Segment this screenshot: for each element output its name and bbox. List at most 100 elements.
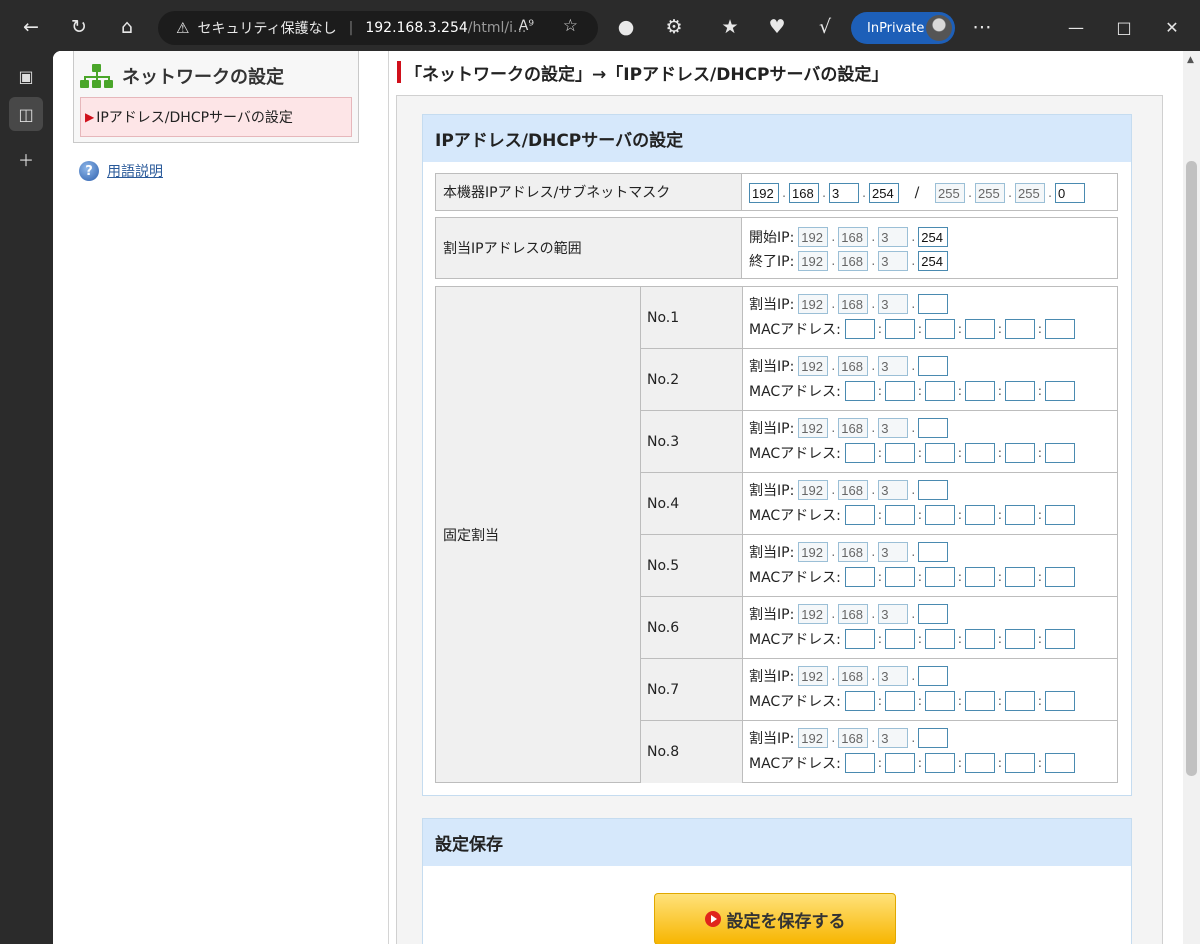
- inprivate-badge[interactable]: InPrivate: [851, 12, 955, 44]
- mac-byte-3[interactable]: [924, 691, 955, 711]
- mac-byte-1[interactable]: [844, 319, 875, 339]
- menu-title-text: ネットワークの設定: [122, 67, 284, 88]
- range-start-octet-1: [798, 227, 829, 247]
- home-icon[interactable]: ⌂: [110, 10, 144, 44]
- assigned-ip-octet-4[interactable]: [918, 666, 949, 686]
- assigned-ip-octet-2: [838, 666, 869, 686]
- assigned-ip-octet-4[interactable]: [918, 418, 949, 438]
- range-end-fields: 終了IP: . . .: [749, 249, 949, 273]
- mac-colon: :: [917, 694, 922, 708]
- mac-byte-1[interactable]: [844, 691, 875, 711]
- read-aloud-icon[interactable]: A⁹: [519, 18, 534, 34]
- mac-byte-2[interactable]: [884, 319, 915, 339]
- mac-byte-3[interactable]: [924, 753, 955, 773]
- mac-byte-4[interactable]: [964, 319, 995, 339]
- mac-byte-5[interactable]: [1004, 505, 1035, 525]
- assigned-ip-octet-4[interactable]: [918, 604, 949, 624]
- device-ip-octet-2[interactable]: [789, 183, 819, 203]
- device-ip-octet-3[interactable]: [829, 183, 859, 203]
- mac-byte-6[interactable]: [1044, 319, 1075, 339]
- mac-byte-3[interactable]: [924, 567, 955, 587]
- mac-byte-6[interactable]: [1044, 629, 1075, 649]
- range-start-octet-4[interactable]: [918, 227, 949, 247]
- mac-byte-2[interactable]: [884, 443, 915, 463]
- favorite-star-icon[interactable]: ☆: [563, 16, 578, 36]
- mac-byte-1[interactable]: [844, 381, 875, 401]
- range-end-octet-4[interactable]: [918, 251, 949, 271]
- menu-item-label: IPアドレス/DHCPサーバの設定: [96, 110, 293, 126]
- mac-byte-4[interactable]: [964, 691, 995, 711]
- mac-byte-5[interactable]: [1004, 567, 1035, 587]
- range-start-octet-2: [838, 227, 869, 247]
- mac-byte-4[interactable]: [964, 505, 995, 525]
- search-icon[interactable]: ●: [609, 10, 643, 44]
- mac-byte-1[interactable]: [844, 567, 875, 587]
- url-path: /html/i...: [467, 20, 527, 36]
- assigned-ip-octet-4[interactable]: [918, 542, 949, 562]
- scroll-up-icon[interactable]: ▲: [1187, 55, 1194, 65]
- assigned-ip-octet-4[interactable]: [918, 480, 949, 500]
- mac-byte-1[interactable]: [844, 753, 875, 773]
- mac-byte-4[interactable]: [964, 443, 995, 463]
- tab-actions-icon[interactable]: ▣: [9, 59, 43, 93]
- mac-byte-3[interactable]: [924, 443, 955, 463]
- device-ip-octet-4[interactable]: [869, 183, 899, 203]
- maximize-icon[interactable]: □: [1101, 10, 1147, 44]
- mac-byte-5[interactable]: [1004, 319, 1035, 339]
- mac-byte-5[interactable]: [1004, 443, 1035, 463]
- mac-colon: :: [957, 632, 962, 646]
- mac-address-label: MACアドレス:: [749, 694, 841, 710]
- mac-byte-2[interactable]: [884, 629, 915, 649]
- mac-byte-5[interactable]: [1004, 629, 1035, 649]
- mac-byte-1[interactable]: [844, 629, 875, 649]
- mac-byte-1[interactable]: [844, 443, 875, 463]
- mac-byte-6[interactable]: [1044, 691, 1075, 711]
- fixed-assignment-row: No.6 割当IP:...MACアドレス::::::: [641, 597, 1117, 659]
- mac-byte-6[interactable]: [1044, 381, 1075, 401]
- subnet-mask-octet-4[interactable]: [1055, 183, 1085, 203]
- mac-byte-2[interactable]: [884, 505, 915, 525]
- new-tab-icon[interactable]: ＋: [9, 142, 43, 176]
- device-ip-octet-1[interactable]: [749, 183, 779, 203]
- mac-byte-3[interactable]: [924, 629, 955, 649]
- glossary-link[interactable]: 用語説明: [107, 161, 163, 181]
- close-icon[interactable]: ✕: [1149, 10, 1195, 44]
- mac-byte-3[interactable]: [924, 381, 955, 401]
- page-tab-icon[interactable]: ◫: [9, 97, 43, 131]
- health-icon[interactable]: ♥: [760, 10, 794, 44]
- save-settings-button[interactable]: 設定を保存する: [654, 893, 896, 944]
- mac-byte-4[interactable]: [964, 381, 995, 401]
- favorites-icon[interactable]: ★: [713, 10, 747, 44]
- menu-item-ip-dhcp[interactable]: ▶ IPアドレス/DHCPサーバの設定: [80, 97, 352, 137]
- mac-byte-3[interactable]: [924, 319, 955, 339]
- address-bar[interactable]: ⚠ セキュリティ保護なし | 192.168.3.254/html/i... A…: [158, 11, 598, 45]
- refresh-icon[interactable]: ↻: [62, 10, 96, 44]
- mac-byte-4[interactable]: [964, 567, 995, 587]
- mac-byte-3[interactable]: [924, 505, 955, 525]
- mac-byte-6[interactable]: [1044, 505, 1075, 525]
- mac-byte-2[interactable]: [884, 691, 915, 711]
- mac-byte-6[interactable]: [1044, 443, 1075, 463]
- mac-byte-2[interactable]: [884, 381, 915, 401]
- assigned-ip-octet-4[interactable]: [918, 356, 949, 376]
- mac-byte-5[interactable]: [1004, 691, 1035, 711]
- mac-byte-4[interactable]: [964, 753, 995, 773]
- mac-byte-6[interactable]: [1044, 567, 1075, 587]
- mac-byte-2[interactable]: [884, 753, 915, 773]
- mac-byte-4[interactable]: [964, 629, 995, 649]
- mac-byte-5[interactable]: [1004, 381, 1035, 401]
- math-solver-icon[interactable]: √: [808, 10, 842, 44]
- mac-byte-1[interactable]: [844, 505, 875, 525]
- assigned-ip-octet-4[interactable]: [918, 728, 949, 748]
- mac-byte-5[interactable]: [1004, 753, 1035, 773]
- save-panel-title: 設定保存: [423, 819, 1131, 866]
- mac-byte-6[interactable]: [1044, 753, 1075, 773]
- mac-byte-2[interactable]: [884, 567, 915, 587]
- assigned-ip-octet-4[interactable]: [918, 294, 949, 314]
- extensions-icon[interactable]: ⚙: [657, 10, 691, 44]
- back-arrow-icon[interactable]: ←: [14, 10, 48, 44]
- scrollbar-thumb[interactable]: [1186, 161, 1197, 776]
- page-scrollbar[interactable]: ▲: [1183, 51, 1200, 944]
- minimize-icon[interactable]: —: [1053, 10, 1099, 44]
- more-menu-icon[interactable]: ⋯: [965, 10, 999, 44]
